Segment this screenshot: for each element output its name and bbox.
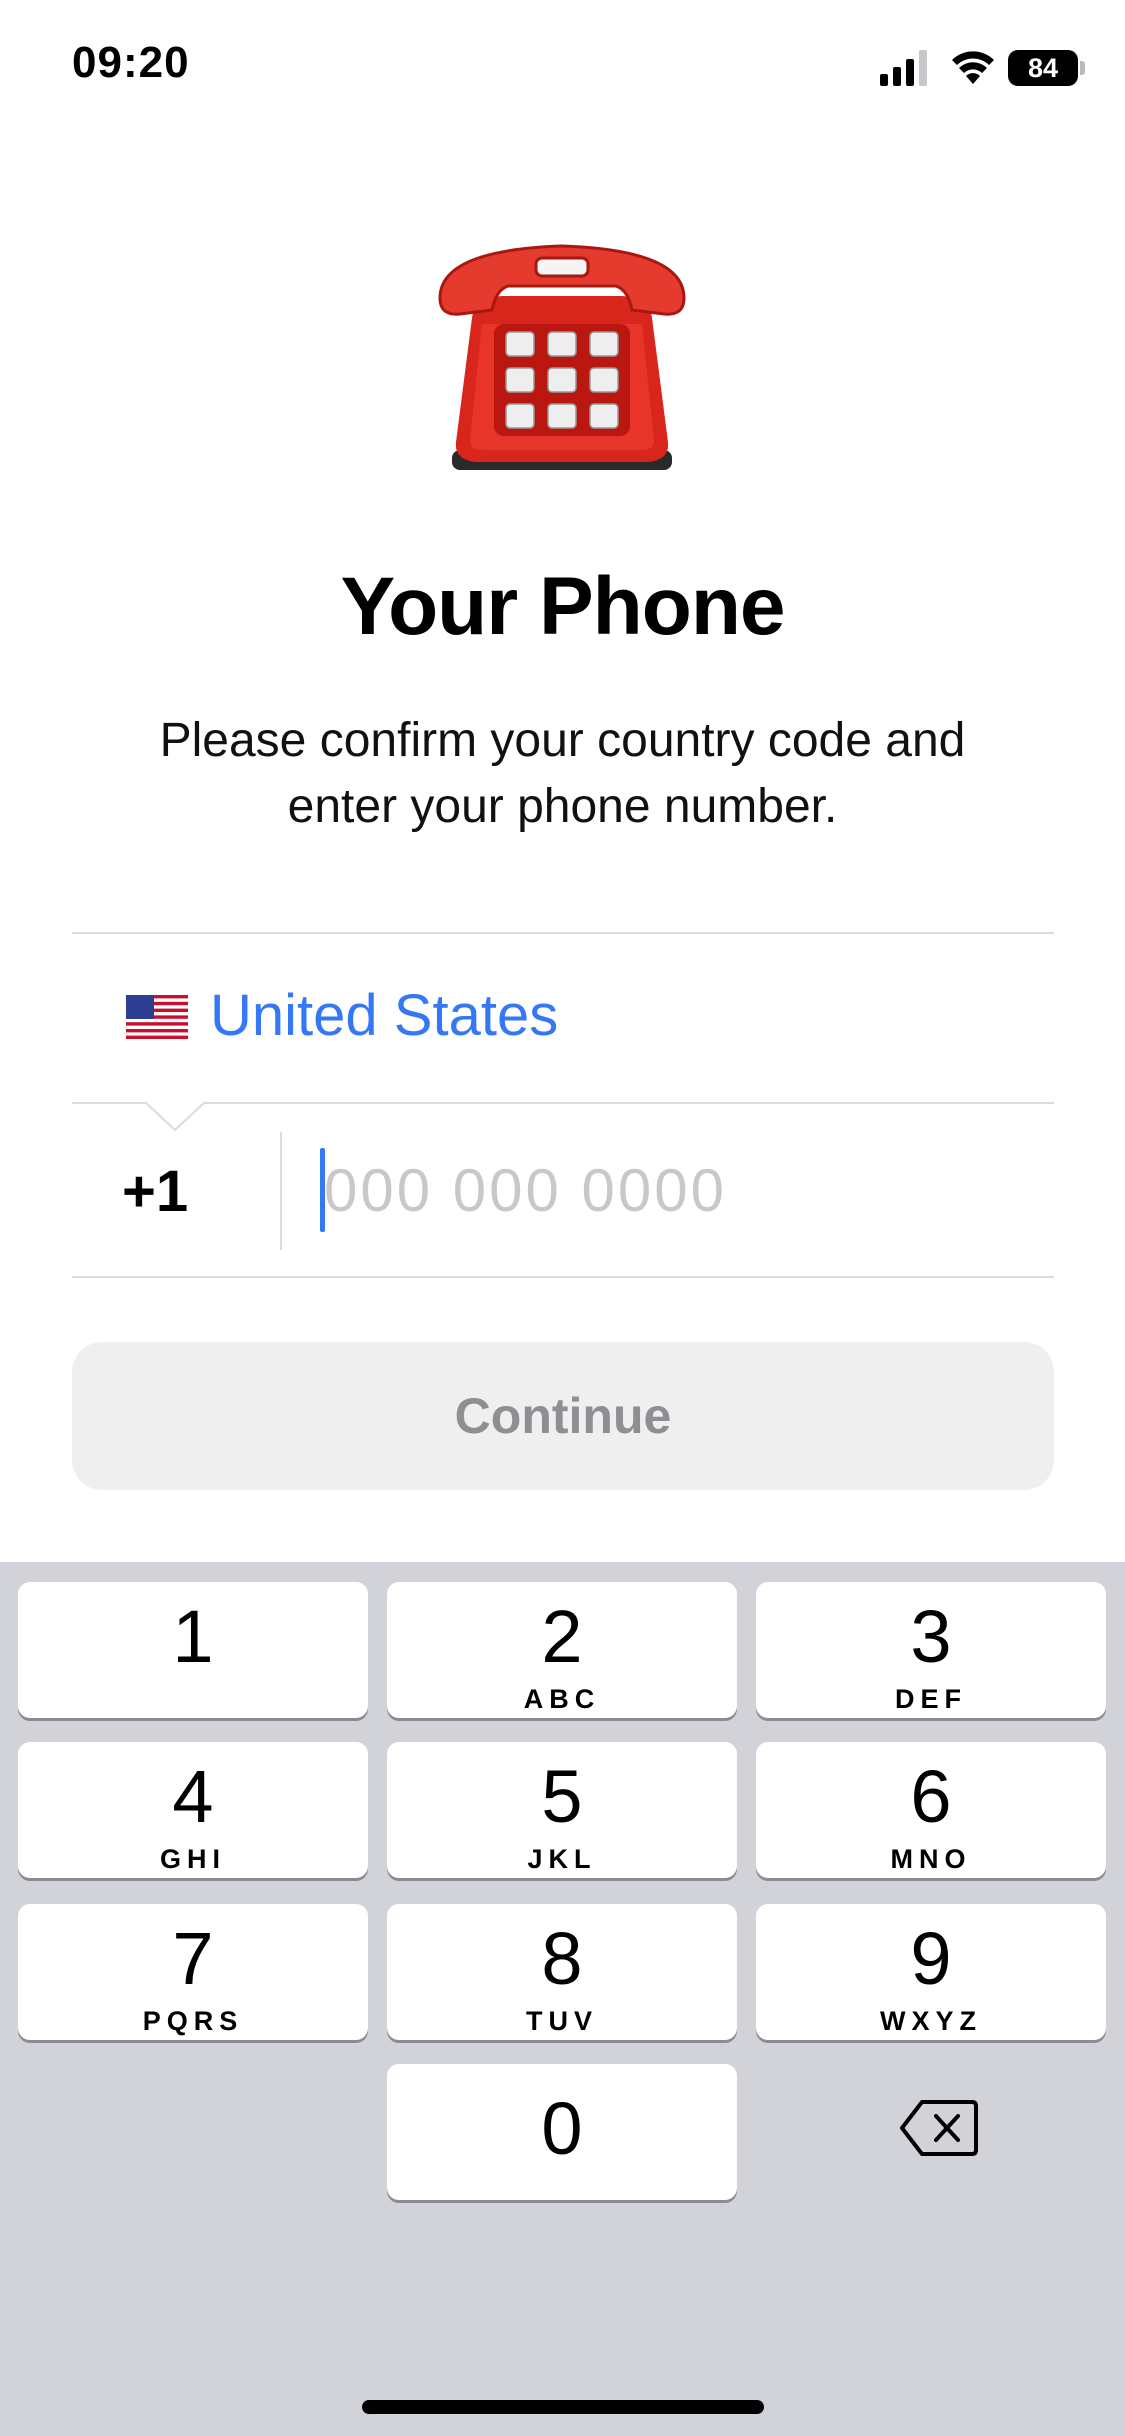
telephone-icon bbox=[438, 244, 686, 470]
key-letters: TUV bbox=[526, 2006, 598, 2036]
page-subtitle: Please confirm your country code and ent… bbox=[159, 714, 966, 833]
key-2[interactable]: 2 ABC bbox=[387, 1582, 737, 1718]
battery-level: 84 bbox=[1027, 53, 1059, 83]
key-digit: 7 bbox=[172, 1917, 214, 2000]
key-letters: JKL bbox=[527, 1844, 597, 1874]
key-digit: 5 bbox=[541, 1755, 583, 1838]
key-letters: MNO bbox=[890, 1844, 972, 1874]
wifi-icon bbox=[952, 51, 994, 84]
divider-middle-right bbox=[205, 1102, 1054, 1104]
key-digit: 4 bbox=[172, 1755, 214, 1838]
selector-pointer bbox=[145, 1101, 205, 1132]
divider-middle-left bbox=[72, 1102, 145, 1104]
key-letters: DEF bbox=[895, 1684, 967, 1714]
key-letters: PQRS bbox=[142, 2006, 244, 2036]
cellular-signal-icon bbox=[880, 50, 927, 86]
key-letters: WXYZ bbox=[880, 2006, 982, 2036]
key-digit: 3 bbox=[910, 1595, 952, 1678]
key-digit: 1 bbox=[172, 1595, 214, 1678]
home-indicator[interactable] bbox=[362, 2400, 764, 2414]
key-digit: 2 bbox=[541, 1595, 583, 1678]
phone-number-input[interactable] bbox=[318, 1140, 1044, 1240]
continue-button[interactable]: Continue bbox=[72, 1342, 1054, 1490]
key-7[interactable]: 7 PQRS bbox=[18, 1904, 368, 2040]
key-3[interactable]: 3 DEF bbox=[756, 1582, 1106, 1718]
text-cursor bbox=[320, 1148, 325, 1232]
key-digit: 6 bbox=[910, 1755, 952, 1838]
key-letters: ABC bbox=[523, 1684, 601, 1714]
code-divider bbox=[280, 1132, 282, 1250]
key-0[interactable]: 0 bbox=[387, 2064, 737, 2200]
key-digit: 8 bbox=[541, 1917, 583, 2000]
key-4[interactable]: 4 GHI bbox=[18, 1742, 368, 1878]
key-digit: 9 bbox=[910, 1917, 952, 2000]
key-9[interactable]: 9 WXYZ bbox=[756, 1904, 1106, 2040]
country-code[interactable]: +1 bbox=[122, 1158, 188, 1225]
key-1[interactable]: 1 bbox=[18, 1582, 368, 1718]
battery-icon: 84 bbox=[1008, 50, 1086, 86]
page-title: Your Phone bbox=[340, 561, 785, 652]
key-digit: 0 bbox=[541, 2087, 583, 2170]
key-6[interactable]: 6 MNO bbox=[756, 1742, 1106, 1878]
country-name[interactable]: United States bbox=[210, 982, 558, 1049]
divider-bottom bbox=[72, 1276, 1054, 1278]
status-time: 09:20 bbox=[72, 38, 190, 87]
us-flag-icon bbox=[126, 995, 188, 1039]
key-letters: GHI bbox=[159, 1844, 226, 1874]
backspace-icon[interactable] bbox=[900, 2098, 978, 2158]
key-5[interactable]: 5 JKL bbox=[387, 1742, 737, 1878]
key-8[interactable]: 8 TUV bbox=[387, 1904, 737, 2040]
